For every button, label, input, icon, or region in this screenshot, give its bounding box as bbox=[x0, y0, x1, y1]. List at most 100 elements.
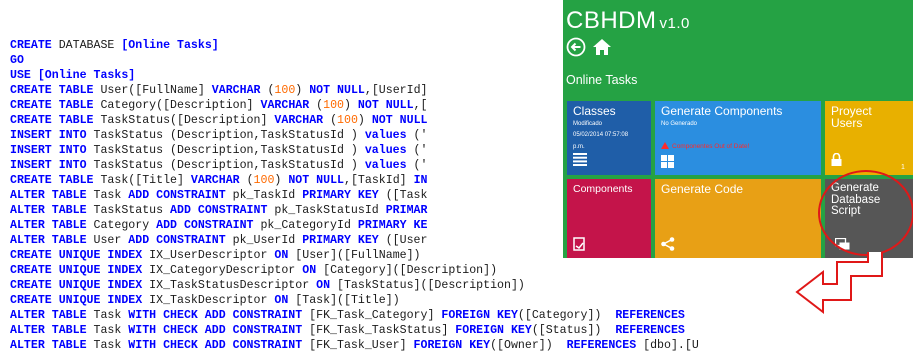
code-token: values bbox=[364, 144, 407, 157]
tile-label: Proyect Users bbox=[831, 104, 872, 130]
code-token: [dbo].[U bbox=[636, 339, 699, 352]
code-token: Task([Title] bbox=[93, 174, 191, 187]
code-token: DATABASE bbox=[51, 39, 122, 52]
tile-components[interactable]: Components bbox=[567, 179, 651, 258]
code-token: ADD CONSTRAINT bbox=[156, 219, 254, 232]
code-line: ALTER TABLE Task WITH CHECK ADD CONSTRAI… bbox=[10, 338, 913, 353]
code-token: ALTER TABLE bbox=[10, 234, 87, 247]
code-token: WITH CHECK ADD CONSTRAINT bbox=[128, 324, 303, 337]
code-token: ON bbox=[274, 294, 289, 307]
code-token: TaskStatus bbox=[86, 204, 171, 217]
tile-label: Components bbox=[573, 183, 633, 195]
code-token: values bbox=[364, 129, 407, 142]
code-token: pk_TaskId bbox=[225, 189, 303, 202]
code-token: ,[TaskId] bbox=[344, 174, 414, 187]
code-line: CREATE UNIQUE INDEX IX_TaskStatusDescrip… bbox=[10, 278, 913, 293]
code-token: VARCHAR bbox=[190, 174, 240, 187]
code-line: ALTER TABLE Task WITH CHECK ADD CONSTRAI… bbox=[10, 308, 913, 323]
code-token: pk_TaskStatusId bbox=[267, 204, 386, 217]
code-token: ([Category]) bbox=[517, 309, 616, 322]
code-token: USE bbox=[10, 69, 31, 82]
code-token: ADD CONSTRAINT bbox=[128, 234, 226, 247]
tile-classes[interactable]: Classes Modificado 05/02/2014 07:57:08 p… bbox=[567, 101, 651, 175]
project-name: Online Tasks bbox=[566, 73, 638, 87]
code-token: ALTER TABLE bbox=[10, 324, 87, 337]
tile-status: Modificado bbox=[573, 121, 603, 127]
code-token: ,[UserId] bbox=[364, 84, 428, 97]
code-token: ALTER TABLE bbox=[10, 309, 87, 322]
code-token: ( bbox=[309, 99, 324, 112]
code-token: CREATE UNIQUE INDEX bbox=[10, 279, 143, 292]
lock-icon bbox=[831, 152, 842, 171]
code-token: [Online Tasks] bbox=[121, 39, 219, 52]
code-token: INSERT INTO bbox=[10, 144, 87, 157]
code-token: ) bbox=[274, 174, 289, 187]
code-token: 100 bbox=[274, 84, 296, 97]
code-token: NOT NULL bbox=[357, 99, 414, 112]
code-token: [FK_Task_User] bbox=[302, 339, 414, 352]
tile-generate-code[interactable]: Generate Code bbox=[655, 179, 821, 258]
code-token: (' bbox=[406, 129, 428, 142]
code-token: Task bbox=[86, 189, 129, 202]
code-token: IX_CategoryDescriptor bbox=[142, 264, 303, 277]
list-icon bbox=[573, 153, 587, 171]
code-token: NOT NULL bbox=[371, 114, 428, 127]
tile-time: p.m. bbox=[573, 144, 585, 150]
code-token: ALTER TABLE bbox=[10, 219, 87, 232]
tile-proyect-users[interactable]: Proyect Users 1 bbox=[825, 101, 913, 175]
code-token: TaskStatus (Description,TaskStatusId ) bbox=[86, 129, 365, 142]
code-token: ON bbox=[274, 249, 289, 262]
code-token: ( bbox=[239, 174, 254, 187]
code-token: [User]([FullName]) bbox=[288, 249, 421, 262]
code-token: ) bbox=[343, 99, 358, 112]
code-token: [Online Tasks] bbox=[37, 69, 136, 82]
code-token: TaskStatus (Description,TaskStatusId ) bbox=[86, 159, 365, 172]
tile-generate-components[interactable]: Generate Components No Generado Componen… bbox=[655, 101, 821, 175]
code-token: ) bbox=[295, 84, 310, 97]
code-token: ,[ bbox=[413, 99, 428, 112]
code-token: 100 bbox=[337, 114, 358, 127]
code-token: IN bbox=[413, 174, 428, 187]
code-token: NOT NULL bbox=[288, 174, 344, 187]
code-token: IX_TaskDescriptor bbox=[142, 294, 275, 307]
code-token: ( bbox=[323, 114, 338, 127]
code-token: ([Task bbox=[378, 189, 428, 202]
code-token: ) bbox=[357, 114, 372, 127]
code-token: Task bbox=[86, 339, 129, 352]
code-token: ON bbox=[302, 264, 317, 277]
code-token: NOT NULL bbox=[309, 84, 365, 97]
code-token: ([Status]) bbox=[531, 324, 616, 337]
code-token: VARCHAR bbox=[274, 114, 324, 127]
code-token: User bbox=[86, 234, 129, 247]
code-token: Task bbox=[86, 309, 129, 322]
highlight-circle bbox=[818, 170, 913, 256]
back-arrow-icon[interactable] bbox=[566, 37, 586, 57]
code-token: ( bbox=[260, 84, 275, 97]
code-token: Category([Description] bbox=[93, 99, 261, 112]
code-token: REFERENCES bbox=[615, 324, 685, 337]
code-token: 100 bbox=[323, 99, 344, 112]
code-token: values bbox=[364, 159, 407, 172]
code-token: CREATE UNIQUE INDEX bbox=[10, 264, 143, 277]
code-token: FOREIGN KEY bbox=[413, 339, 491, 352]
code-token: IX_TaskStatusDescriptor bbox=[142, 279, 317, 292]
code-token: CREATE UNIQUE INDEX bbox=[10, 294, 143, 307]
code-token: INSERT INTO bbox=[10, 159, 87, 172]
tile-label: Generate Components bbox=[661, 104, 783, 118]
tile-label: Classes bbox=[573, 104, 616, 118]
home-icon[interactable] bbox=[592, 38, 612, 56]
code-token: WITH CHECK ADD CONSTRAINT bbox=[128, 339, 303, 352]
app-title: CBHDM v1.0 bbox=[566, 7, 690, 34]
code-token: ADD CONSTRAINT bbox=[128, 189, 226, 202]
code-token: pk_CategoryId bbox=[253, 219, 358, 232]
code-token: [Category]([Description]) bbox=[316, 264, 498, 277]
code-token: CREATE TABLE bbox=[10, 99, 94, 112]
tile-status: No Generado bbox=[661, 121, 698, 127]
code-token: [FK_Task_TaskStatus] bbox=[302, 324, 456, 337]
code-token: VARCHAR bbox=[211, 84, 261, 97]
tile-date: 05/02/2014 07:57:08 bbox=[573, 132, 629, 138]
code-token: PRIMAR bbox=[385, 204, 428, 217]
code-token: TaskStatus (Description,TaskStatusId ) bbox=[86, 144, 365, 157]
code-token: User([FullName] bbox=[93, 84, 212, 97]
